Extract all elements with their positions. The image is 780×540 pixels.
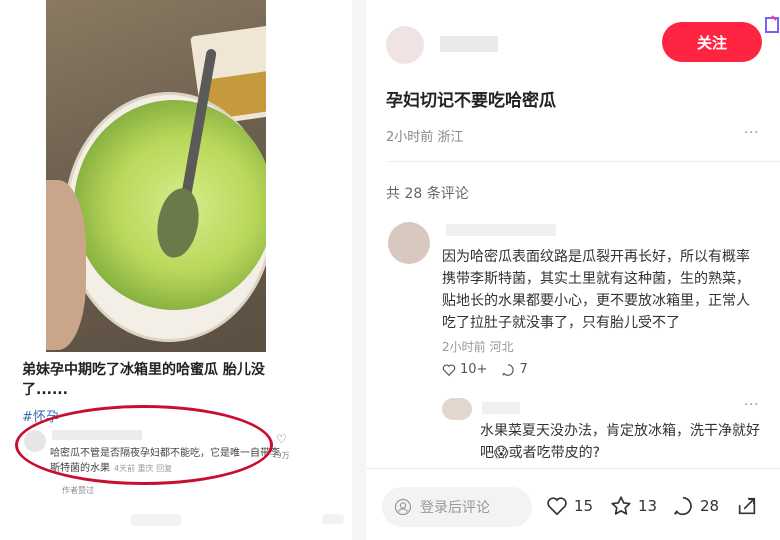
commenter-name-blurred[interactable]: [446, 224, 556, 236]
left-comment-likes: .9万: [274, 451, 290, 460]
comment-input[interactable]: 登录后评论: [382, 487, 532, 527]
emoji-icon: 😱: [494, 445, 509, 461]
comment-total-count: 28: [700, 497, 720, 515]
reply-text: 水果菜夏天没办法，肯定放冰箱，洗干净就好吧😱或者吃带皮的?: [480, 420, 770, 464]
comment-like-button[interactable]: 10+: [442, 362, 487, 377]
favorite-count: 13: [638, 497, 658, 515]
heart-icon: [547, 497, 567, 516]
comment-reply-button[interactable]: 7: [501, 362, 528, 377]
favorite-button[interactable]: 13: [610, 495, 657, 517]
comment-meta: 2小时前 河北: [442, 340, 514, 354]
note-meta: 2小时前 浙江: [386, 130, 464, 145]
comment-text: 因为哈密瓜表面纹路是瓜裂开再长好，所以有概率携带李斯特菌，其实土里就有这种菌，生…: [442, 249, 750, 331]
avatar[interactable]: [388, 222, 430, 264]
comment-like-count: 10+: [460, 362, 488, 377]
more-icon[interactable]: ···: [744, 398, 759, 413]
note-detail-panel: 关注 孕妇切记不要吃哈密瓜 2小时前 浙江 ··· 共 28 条评论 因为哈密瓜…: [366, 0, 780, 540]
comment-actions: 10+ 7: [442, 362, 528, 377]
star-icon: [611, 496, 631, 515]
more-icon[interactable]: ···: [744, 126, 759, 141]
follow-button[interactable]: 关注: [662, 22, 762, 62]
comment-reply-count: 7: [519, 362, 528, 377]
note-title: 孕妇切记不要吃哈密瓜: [386, 91, 556, 111]
author-avatar[interactable]: [386, 26, 424, 64]
author-liked-label: 作者赞过: [62, 486, 94, 495]
red-annotation-ellipse: [15, 405, 273, 485]
pane-divider: [352, 0, 366, 540]
corner-share-icon[interactable]: [764, 14, 780, 36]
faded-element: [322, 514, 344, 524]
comment-icon: [674, 496, 692, 516]
divider-line: [386, 161, 780, 162]
comment-input-placeholder: 登录后评论: [420, 500, 490, 516]
avatar[interactable]: [442, 398, 472, 420]
author-name-blurred[interactable]: [440, 36, 498, 52]
comment-count: 共 28 条评论: [386, 186, 469, 202]
share-button[interactable]: [736, 495, 758, 517]
left-screenshot-pane: 弟妹孕中期吃了冰箱里的哈蜜瓜 胎儿没了...... #怀孕 哈密瓜不管是否隔夜孕…: [0, 0, 352, 540]
like-count: 15: [574, 497, 594, 515]
commenter-name-blurred[interactable]: [482, 402, 520, 414]
comment-icon: [502, 363, 515, 376]
share-icon: [738, 497, 756, 515]
like-button[interactable]: 15: [546, 495, 593, 517]
comment-button[interactable]: 28: [672, 495, 719, 517]
user-icon: [394, 498, 412, 516]
heart-icon[interactable]: ♡: [276, 432, 287, 446]
page-indicator: [130, 514, 182, 526]
left-post-title[interactable]: 弟妹孕中期吃了冰箱里的哈蜜瓜 胎儿没了......: [22, 360, 272, 400]
bottom-action-bar: 登录后评论 15 13 28: [366, 468, 780, 540]
post-photo[interactable]: [46, 0, 266, 352]
reply-text-part2: 或者吃带皮的?: [508, 445, 601, 461]
heart-icon: [442, 363, 456, 376]
